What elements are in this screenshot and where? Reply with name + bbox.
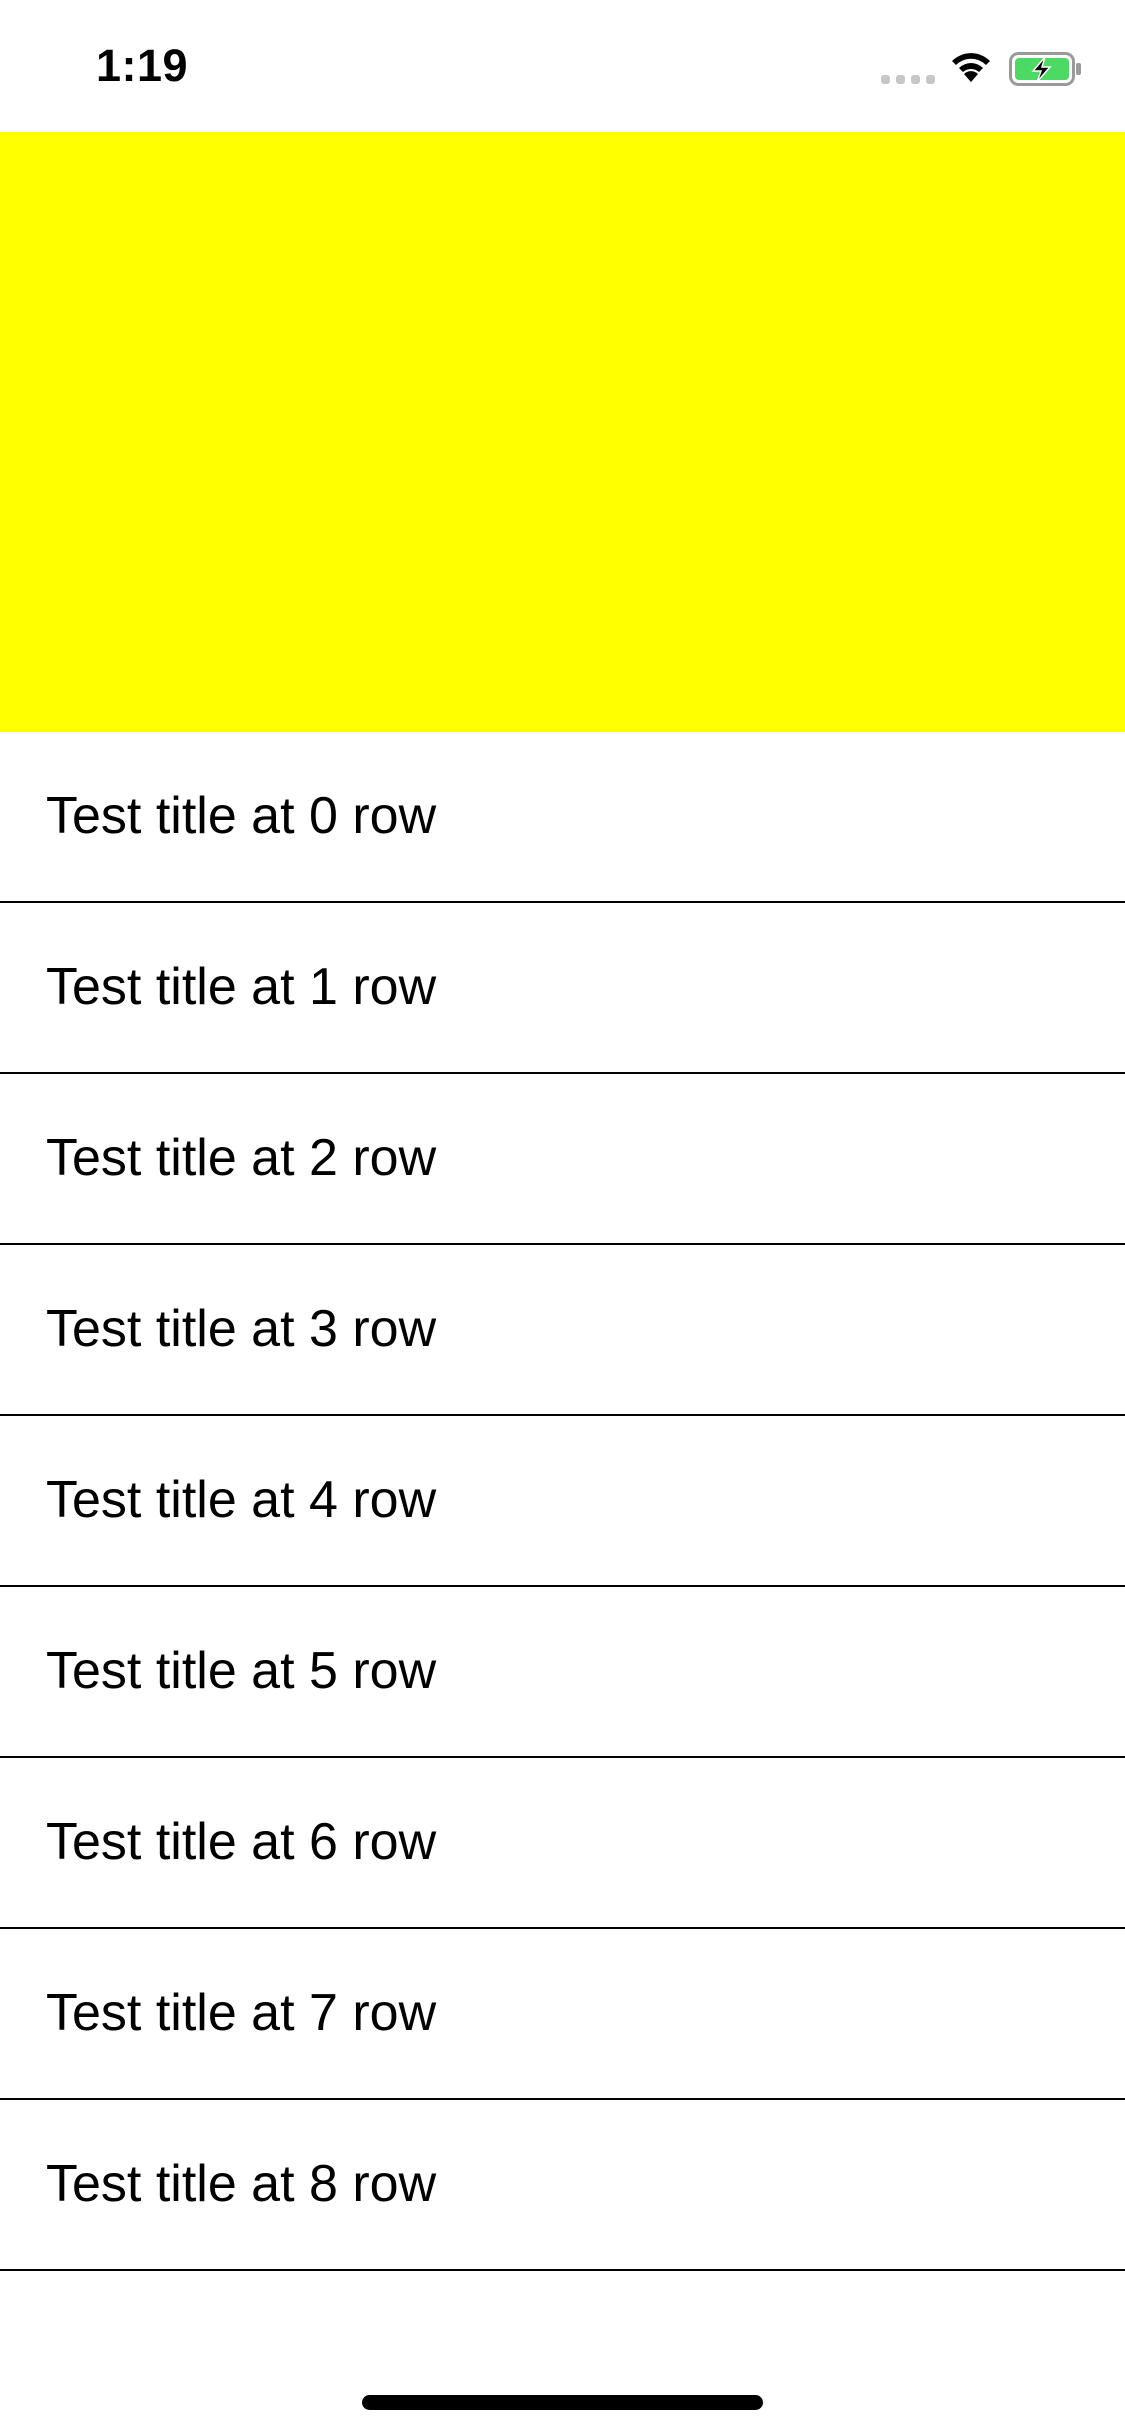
table-row[interactable]: Test title at 4 row [0, 1416, 1125, 1587]
wifi-icon [952, 53, 990, 82]
row-title: Test title at 1 row [46, 958, 437, 1016]
cellular-signal-icon [881, 75, 935, 85]
table-row[interactable]: Test title at 7 row [0, 1929, 1125, 2100]
row-title: Test title at 8 row [46, 2155, 437, 2213]
battery-charging-icon [1009, 52, 1081, 86]
table-row[interactable]: Test title at 8 row [0, 2100, 1125, 2271]
row-title: Test title at 5 row [46, 1642, 437, 1700]
row-title: Test title at 0 row [46, 787, 437, 845]
yellow-header-view [0, 132, 1125, 732]
home-indicator[interactable] [362, 2395, 763, 2410]
row-title: Test title at 2 row [46, 1129, 437, 1187]
table-row[interactable]: Test title at 6 row [0, 1758, 1125, 1929]
row-title: Test title at 3 row [46, 1300, 437, 1358]
table-row[interactable]: Test title at 5 row [0, 1587, 1125, 1758]
table-row[interactable]: Test title at 3 row [0, 1245, 1125, 1416]
status-time: 1:19 [96, 40, 189, 91]
table-row[interactable]: Test title at 1 row [0, 903, 1125, 1074]
table-row[interactable]: Test title at 2 row [0, 1074, 1125, 1245]
table-row[interactable]: Test title at 0 row [0, 732, 1125, 903]
status-bar: 1:19 [0, 0, 1125, 132]
table-view[interactable]: Test title at 0 row Test title at 1 row Te… [0, 732, 1125, 2271]
row-title: Test title at 7 row [46, 1984, 437, 2042]
row-title: Test title at 4 row [46, 1471, 437, 1529]
row-title: Test title at 6 row [46, 1813, 437, 1871]
